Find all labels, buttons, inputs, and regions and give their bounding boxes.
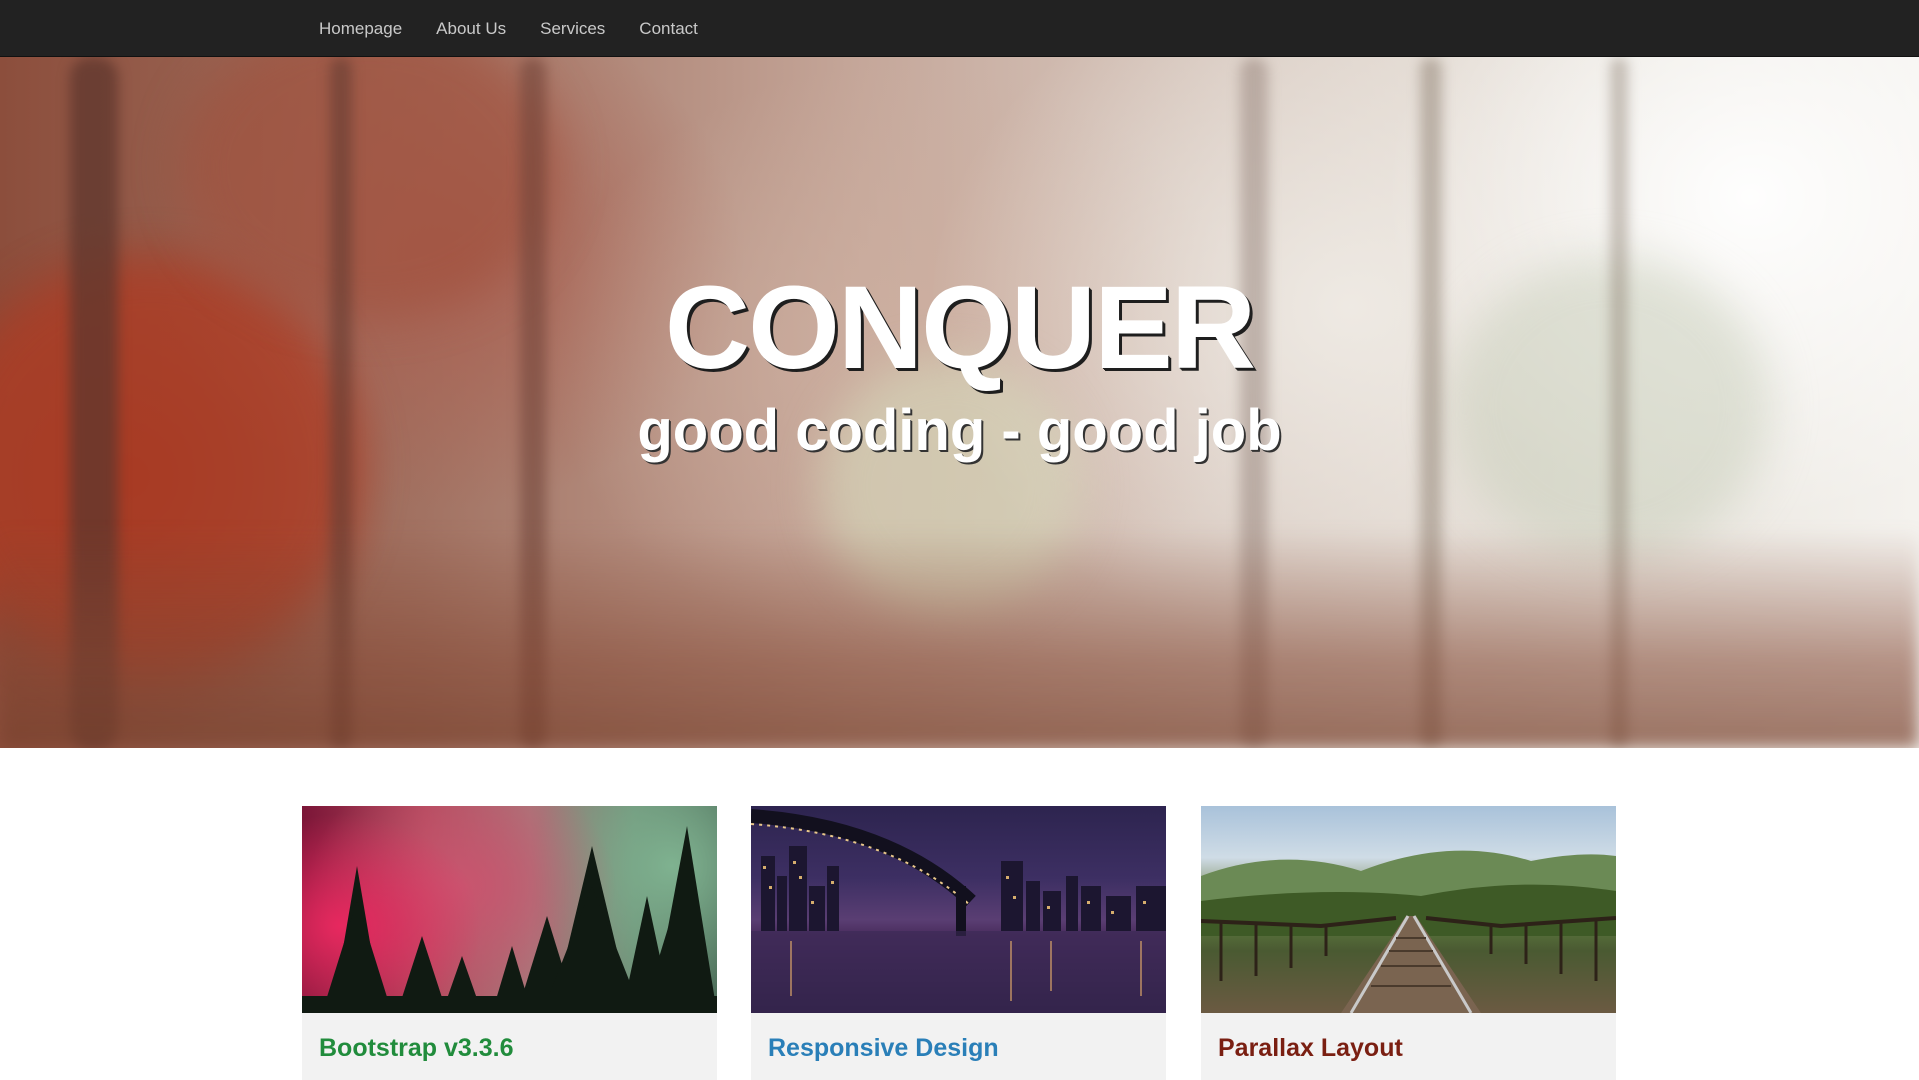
hero-ground [0,528,1919,748]
nav-item-contact[interactable]: Contact [622,0,715,57]
top-navbar: Homepage About Us Services Contact [0,0,1919,57]
card-parallax-layout[interactable]: Parallax Layout [1201,806,1616,1080]
card-title: Parallax Layout [1218,1034,1403,1062]
hero-title: CONQUER [664,262,1256,394]
hero-banner: CONQUER good coding - good job [0,57,1919,748]
card-bootstrap[interactable]: Bootstrap v3.3.6 [302,806,717,1080]
bridge-skyline-illustration [751,809,1166,1013]
nav-item-about-us[interactable]: About Us [419,0,523,57]
card-responsive-design[interactable]: Responsive Design [751,806,1166,1080]
feature-cards: Bootstrap v3.3.6 Responsive Design Paral… [302,806,1616,1080]
nav-item-services[interactable]: Services [523,0,622,57]
city-bridge-night-image [751,806,1166,1013]
nav-menu: Homepage About Us Services Contact [302,0,715,57]
railway-illustration [1201,850,1616,1013]
aurora-forest-image [302,806,717,1013]
railway-bridge-image [1201,806,1616,1013]
card-title: Bootstrap v3.3.6 [319,1034,514,1062]
nav-item-homepage[interactable]: Homepage [302,0,419,57]
hero-subtitle: good coding - good job [637,398,1282,463]
pine-trees-silhouette [302,826,717,1013]
card-title: Responsive Design [768,1034,999,1062]
